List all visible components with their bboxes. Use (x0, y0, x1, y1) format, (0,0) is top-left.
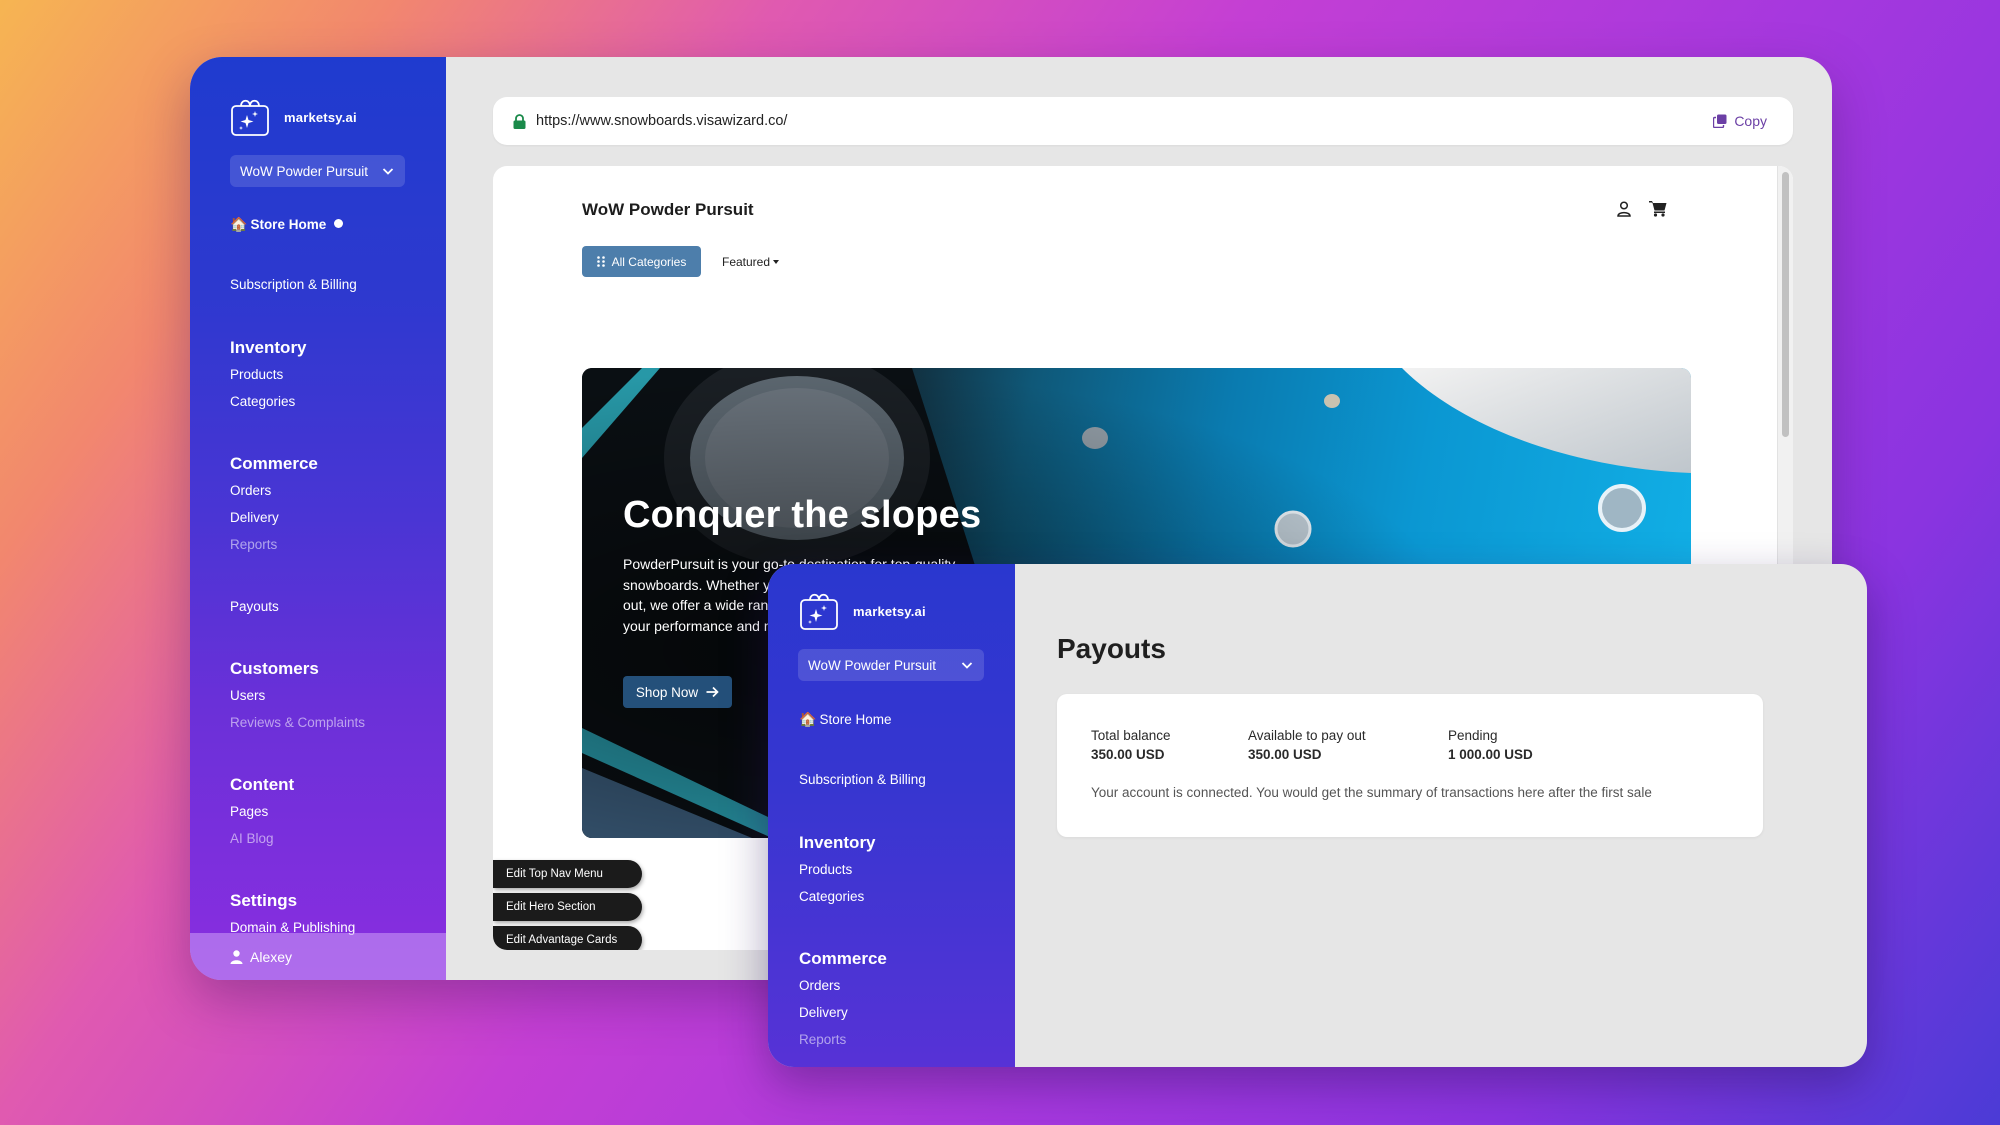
store-home-label: Store Home (819, 712, 892, 727)
copy-icon (1713, 114, 1727, 128)
user-icon (230, 949, 243, 964)
sidebar-item-delivery[interactable]: Delivery (799, 1005, 848, 1020)
copy-label: Copy (1734, 113, 1767, 129)
chevron-down-icon (382, 168, 394, 175)
active-indicator-dot (334, 219, 344, 228)
sidebar-item-pages[interactable]: Pages (230, 804, 268, 819)
store-selector-value: WoW Powder Pursuit (240, 163, 369, 179)
sidebar-section-inventory: Inventory (799, 833, 876, 852)
shop-now-label: Shop Now (635, 684, 699, 700)
edit-advantage-cards-button[interactable]: Edit Advantage Cards (493, 926, 642, 950)
sidebar-item-categories[interactable]: Categories (799, 889, 864, 904)
sidebar-item-products[interactable]: Products (230, 367, 283, 382)
page-title: Payouts (1057, 633, 1166, 664)
sidebar-section-content: Content (230, 775, 295, 794)
sidebar-item-categories[interactable]: Categories (230, 394, 295, 409)
shopping-bag-sparkle-icon (800, 593, 838, 630)
user-name: Alexey (250, 948, 293, 965)
sidebar-item-reports[interactable]: Reports (230, 537, 277, 552)
edit-top-nav-button[interactable]: Edit Top Nav Menu (493, 860, 642, 888)
admin-window-payouts: marketsy.ai WoW Powder Pursuit 🏠 Store Ho… (768, 564, 1867, 1067)
caret-down-icon (773, 260, 780, 264)
shop-title[interactable]: WoW Powder Pursuit (582, 200, 754, 220)
account-icon[interactable] (1617, 201, 1631, 217)
stat-label: Pending (1448, 728, 1498, 743)
sidebar-item-store-home[interactable]: 🏠 Store Home (799, 711, 891, 728)
sidebar-item-payouts[interactable]: Payouts (230, 599, 279, 614)
stat-label: Total balance (1091, 728, 1171, 743)
shop-now-button[interactable]: Shop Now (623, 676, 732, 708)
house-icon: 🏠 (799, 711, 817, 727)
featured-label: Featured (722, 255, 771, 269)
featured-dropdown[interactable]: Featured (722, 255, 780, 269)
sidebar-item-products[interactable]: Products (799, 862, 852, 877)
sidebar-item-reviews[interactable]: Reviews & Complaints (230, 715, 365, 730)
sidebar-item-reports[interactable]: Reports (799, 1032, 846, 1047)
sidebar: marketsy.ai WoW Powder Pursuit 🏠 Store Ho… (768, 564, 1015, 1067)
grid-dots-icon (596, 256, 605, 267)
sidebar-section-inventory: Inventory (230, 338, 307, 357)
stat-value: 350.00 USD (1248, 747, 1322, 762)
chevron-down-icon (961, 662, 973, 669)
shopping-bag-sparkle-icon (231, 99, 269, 136)
sidebar-item-subscription[interactable]: Subscription & Billing (230, 277, 357, 292)
stat-available: Available to pay out 350.00 USD (1248, 728, 1366, 762)
sidebar-item-delivery[interactable]: Delivery (230, 510, 279, 525)
house-icon: 🏠 (230, 216, 248, 232)
hero-title: Conquer the slopes (623, 494, 982, 536)
edit-hero-section-button[interactable]: Edit Hero Section (493, 893, 642, 921)
stat-total-balance: Total balance 350.00 USD (1091, 728, 1171, 762)
stat-label: Available to pay out (1248, 728, 1366, 743)
all-categories-label: All Categories (611, 254, 687, 269)
copy-url-button[interactable]: Copy (1713, 113, 1767, 129)
sidebar-item-users[interactable]: Users (230, 688, 265, 703)
stat-value: 1 000.00 USD (1448, 747, 1533, 762)
cart-icon[interactable] (1649, 200, 1667, 217)
snowboarder-icon (586, 942, 608, 950)
url-text[interactable]: https://www.snowboards.visawizard.co/ (536, 113, 1713, 129)
arrow-right-icon (706, 686, 719, 698)
stat-pending: Pending 1 000.00 USD (1448, 728, 1533, 762)
sidebar: marketsy.ai WoW Powder Pursuit 🏠 Store Ho… (190, 57, 446, 980)
brand-name: marketsy.ai (853, 603, 926, 619)
payouts-summary-card: Total balance 350.00 USD Available to pa… (1057, 694, 1763, 837)
sidebar-item-orders[interactable]: Orders (799, 978, 840, 993)
store-selector-value: WoW Powder Pursuit (808, 657, 937, 673)
sidebar-section-commerce: Commerce (799, 949, 887, 968)
brand-logo[interactable]: marketsy.ai (230, 97, 357, 137)
sidebar-section-customers: Customers (230, 659, 319, 678)
user-menu[interactable]: Alexey (190, 933, 446, 980)
brand-logo[interactable]: marketsy.ai (799, 591, 926, 631)
sidebar-item-subscription[interactable]: Subscription & Billing (799, 772, 926, 787)
store-selector[interactable]: WoW Powder Pursuit (230, 155, 405, 187)
store-selector[interactable]: WoW Powder Pursuit (798, 649, 984, 681)
url-bar: https://www.snowboards.visawizard.co/ Co… (493, 97, 1793, 145)
sidebar-section-commerce: Commerce (230, 454, 318, 473)
sidebar-item-store-home[interactable]: 🏠 Store Home (230, 216, 344, 233)
brand-name: marketsy.ai (284, 109, 357, 125)
store-home-label: Store Home (250, 217, 327, 232)
payouts-status-note: Your account is connected. You would get… (1091, 785, 1652, 800)
stat-value: 350.00 USD (1091, 747, 1165, 762)
all-categories-button[interactable]: All Categories (582, 246, 701, 277)
sidebar-item-orders[interactable]: Orders (230, 483, 271, 498)
sidebar-section-settings: Settings (230, 891, 298, 910)
sidebar-item-ai-blog[interactable]: AI Blog (230, 831, 274, 846)
scrollbar-thumb[interactable] (1782, 172, 1789, 437)
lock-icon (513, 113, 526, 129)
